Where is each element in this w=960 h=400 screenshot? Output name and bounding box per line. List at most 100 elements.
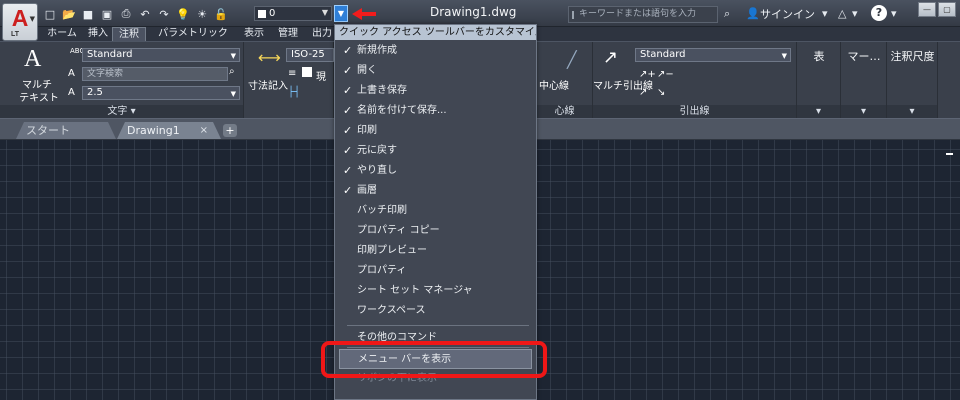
menu-item-print-preview[interactable]: 印刷プレビュー <box>335 241 536 261</box>
open-icon[interactable]: 📂 <box>61 6 77 23</box>
menu-item-label: プロパティ <box>357 265 407 276</box>
dimension-icon[interactable]: ⟷ <box>258 48 281 67</box>
checkmark-icon: ✓ <box>343 64 353 77</box>
tab-start[interactable]: スタート <box>16 122 116 139</box>
dimension-current-label: 現 <box>316 72 326 83</box>
menu-item-label: 印刷プレビュー <box>357 245 427 256</box>
dimension-layer-icon[interactable]: ≡ <box>288 68 296 79</box>
text-panel: A マルチ テキスト ABC A A Standard ▼ 文字検索 ⌕ 2.5 ▼… <box>0 42 244 119</box>
markup-panel-expand[interactable]: ▾ <box>841 105 886 119</box>
checkmark-icon: ✓ <box>343 104 353 117</box>
minus-icon[interactable] <box>946 153 953 155</box>
checkmark-icon: ✓ <box>343 164 353 177</box>
menu-item-redo[interactable]: ✓ やり直し <box>335 161 536 181</box>
menu-item-workspace[interactable]: ワークスペース <box>335 301 536 321</box>
lightbulb-icon[interactable]: 💡 <box>175 6 191 23</box>
text-height-dropdown[interactable]: 2.5 ▼ <box>82 86 240 100</box>
user-icon[interactable]: 👤 <box>746 7 760 20</box>
menu-item-open[interactable]: ✓ 開く <box>335 61 536 81</box>
redo-icon[interactable]: ↷ <box>156 6 172 23</box>
menu-item-save[interactable]: ✓ 上書き保存 <box>335 81 536 101</box>
edition-badge: LT <box>11 31 20 38</box>
multiline-text-icon[interactable]: A <box>24 46 41 73</box>
red-highlight-annotation <box>321 341 547 378</box>
menu-item-print[interactable]: ✓ 印刷 <box>335 121 536 141</box>
save-as-icon[interactable]: ▣ <box>99 6 115 23</box>
help-button[interactable]: ? <box>871 5 887 21</box>
tab-annotate[interactable]: 注釈 <box>112 27 146 41</box>
annotation-scale-panel-expand[interactable]: ▾ <box>887 105 937 119</box>
restore-button[interactable]: ▢ <box>938 2 956 17</box>
leader-style-value: Standard <box>640 49 686 60</box>
menu-item-layer[interactable]: ✓ 画層 <box>335 181 536 201</box>
menu-item-batch-plot[interactable]: バッチ印刷 <box>335 201 536 221</box>
layer-value: 0 <box>269 8 276 19</box>
table-panel-expand[interactable]: ▾ <box>797 105 840 119</box>
signin-button[interactable]: サインイン <box>760 6 815 22</box>
leader-panel: ↗ マルチ引出線 Standard ▼ ↗+ ↗− ↗ ↘ 引出線 <box>593 42 797 119</box>
tab-home[interactable]: ホーム <box>46 27 78 41</box>
tab-drawing1[interactable]: Drawing1 × <box>117 122 221 139</box>
dimension-label[interactable]: 寸法記入 <box>248 77 288 92</box>
lock-icon[interactable]: 🔓 <box>213 6 229 23</box>
menu-item-match-properties[interactable]: プロパティ コピー <box>335 221 536 241</box>
multileader-icon[interactable]: ↗ <box>603 47 618 68</box>
binoculars-icon[interactable]: ⌕ <box>724 7 730 21</box>
text-height-icon[interactable]: A <box>68 87 75 98</box>
centerline-panel-label: 心線 <box>554 106 575 117</box>
menu-item-save-as[interactable]: ✓ 名前を付けて保存... <box>335 101 536 121</box>
dimension-panel: ⟷ 寸法記入 ISO-25 ≡ 現 ├┤ <box>244 42 334 119</box>
tab-view[interactable]: 表示 <box>240 27 268 41</box>
red-arrow-annotation-icon <box>352 7 376 21</box>
collect-leader-icon[interactable]: ↘ <box>657 87 665 98</box>
quick-access-toolbar: □ 📂 ■ ▣ ⎙ ↶ ↷ 💡 ☀ 🔓 <box>42 4 229 24</box>
tab-insert[interactable]: 挿入 <box>84 27 112 41</box>
search-input[interactable]: キーワードまたは語句を入力 <box>568 6 718 23</box>
leader-panel-label: 引出線 <box>679 106 710 117</box>
menu-item-label: ワークスペース <box>357 305 426 316</box>
application-menu-button[interactable]: A LT ▼ <box>2 3 38 41</box>
dimension-style-dropdown[interactable]: ISO-25 <box>286 48 334 62</box>
text-panel-title[interactable]: 文字 ▾ <box>0 105 243 119</box>
markup-label[interactable]: マー… <box>841 48 887 64</box>
chevron-down-icon[interactable]: ▾ <box>891 7 897 20</box>
markup-panel: マー… ▾ <box>841 42 887 119</box>
centerline-label[interactable]: 中心線 <box>539 77 569 92</box>
chevron-down-icon[interactable]: ▾ <box>822 7 828 20</box>
minimize-button[interactable]: — <box>918 2 936 17</box>
leader-panel-title[interactable]: 引出線 <box>593 105 796 119</box>
dimension-linear-icon[interactable]: ├┤ <box>288 87 300 98</box>
find-icon[interactable]: ⌕ <box>229 66 235 77</box>
multiline-text-label[interactable]: テキスト <box>17 89 61 104</box>
exchange-icon[interactable]: △ <box>838 7 846 20</box>
add-tab-button[interactable]: + <box>223 124 237 137</box>
print-icon[interactable]: ⎙ <box>118 6 134 23</box>
find-text-input[interactable]: 文字検索 <box>82 67 228 81</box>
tab-output[interactable]: 出力 <box>308 27 336 41</box>
menu-item-properties[interactable]: プロパティ <box>335 261 536 281</box>
centerline-icon[interactable]: ╱ <box>567 50 577 69</box>
annotation-scale-label[interactable]: 注釈尺度 <box>887 48 938 64</box>
new-icon[interactable]: □ <box>42 6 58 23</box>
close-icon[interactable]: × <box>200 122 208 139</box>
remove-leader-icon[interactable]: ↗− <box>657 69 674 80</box>
menu-item-new[interactable]: ✓ 新規作成 <box>335 41 536 61</box>
tab-manage[interactable]: 管理 <box>274 27 302 41</box>
customize-toolbar-button[interactable]: ▼ <box>334 5 348 22</box>
chevron-down-icon[interactable]: ▾ <box>852 7 858 20</box>
current-swatch-icon <box>302 67 312 77</box>
add-leader-icon[interactable]: ↗+ <box>639 69 656 80</box>
menu-item-undo[interactable]: ✓ 元に戻す <box>335 141 536 161</box>
align-leader-icon[interactable]: ↗ <box>639 87 647 98</box>
menu-item-sheet-set-manager[interactable]: シート セット マネージャ <box>335 281 536 301</box>
checkmark-icon: ✓ <box>343 44 353 57</box>
text-style-dropdown[interactable]: Standard ▼ <box>82 48 240 62</box>
save-icon[interactable]: ■ <box>80 6 96 23</box>
leader-style-dropdown[interactable]: Standard ▼ <box>635 48 791 62</box>
layer-dropdown[interactable]: 0 ▼ <box>254 6 332 21</box>
undo-icon[interactable]: ↶ <box>137 6 153 23</box>
table-label[interactable]: 表 <box>797 48 841 64</box>
tab-parametric[interactable]: パラメトリック <box>150 27 236 41</box>
sun-icon[interactable]: ☀ <box>194 6 210 23</box>
text-search-icon[interactable]: A <box>68 68 75 79</box>
